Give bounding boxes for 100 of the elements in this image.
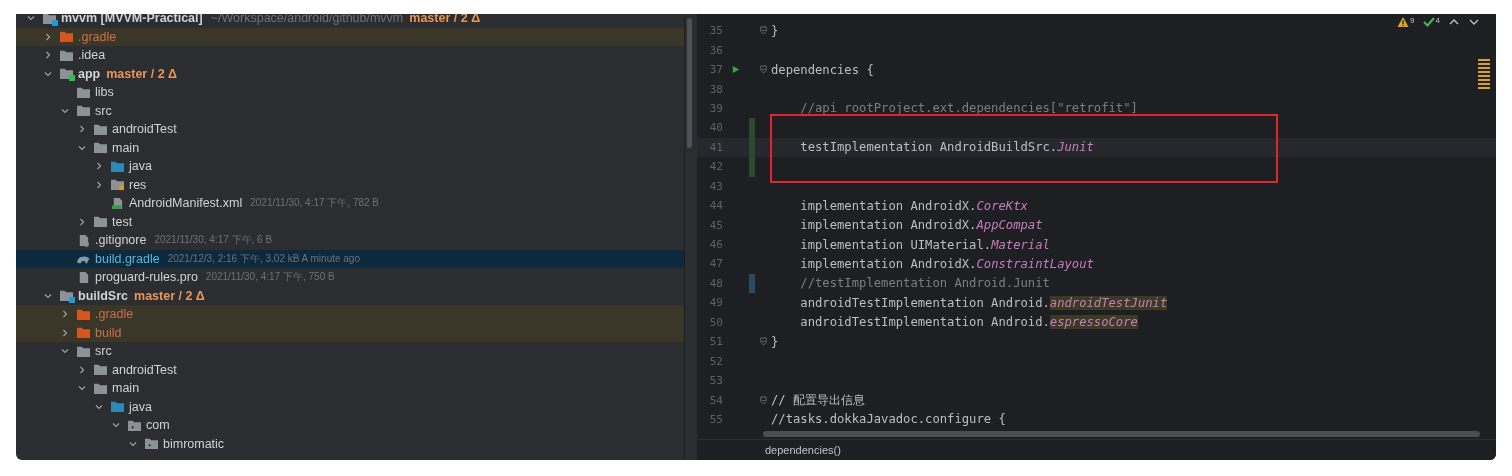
line-number: 40 xyxy=(708,121,723,135)
file-name: proguard-rules.pro xyxy=(95,270,198,285)
code-line: // 配置导出信息 xyxy=(771,391,865,409)
tree-item[interactable]: src xyxy=(16,101,684,120)
line-number: 46 xyxy=(708,238,723,252)
tree-item[interactable]: bimromatic xyxy=(16,434,684,453)
line-number: 47 xyxy=(708,257,723,271)
line-number: 45 xyxy=(708,218,723,232)
code-line: implementation AndroidX.AppCompat xyxy=(799,218,1043,233)
code-line: androidTestImplementation Android.androidTestJunit xyxy=(799,295,1168,310)
tree-item[interactable]: res xyxy=(16,175,684,194)
file-name: res xyxy=(129,177,147,192)
file-name: buildSrc xyxy=(78,288,128,303)
checkmark-icon[interactable] xyxy=(1422,16,1435,28)
tree-item[interactable]: java xyxy=(16,157,684,176)
folder-icon xyxy=(127,418,142,432)
folder-icon xyxy=(110,178,125,192)
file-name: main xyxy=(112,381,140,396)
code-line: } xyxy=(771,334,779,349)
code-line: implementation AndroidX.ConstraintLayout xyxy=(799,256,1094,271)
file-info: 2021/12/3, 2:16 下午, 3.02 kB A minute ago xyxy=(167,251,360,266)
file-icon xyxy=(110,196,125,210)
scrollbar-thumb[interactable] xyxy=(687,18,692,148)
tree-item[interactable]: .idea xyxy=(16,46,684,65)
fold-icon[interactable] xyxy=(758,65,768,75)
inspection-count: 4 xyxy=(1435,16,1440,25)
tree-item[interactable]: test xyxy=(16,212,684,231)
chevron-right-icon[interactable] xyxy=(43,31,53,42)
folder-icon xyxy=(76,307,91,321)
tree-item[interactable]: build.gradle 2021/12/3, 2:16 下午, 3.02 kB A minute ago xyxy=(16,249,684,268)
code-line: //api rootProject.ext.dependencies["retrofit"] xyxy=(799,101,1138,116)
tree-item[interactable]: app master / 2 Δ xyxy=(16,64,684,83)
chevron-right-icon[interactable] xyxy=(43,50,53,61)
folder-icon xyxy=(76,326,91,340)
tree-item[interactable]: src xyxy=(16,342,684,361)
warning-icon[interactable] xyxy=(1397,16,1410,28)
fold-icon[interactable] xyxy=(758,395,768,405)
tree-item[interactable]: main xyxy=(16,138,684,157)
line-number: 51 xyxy=(708,335,723,349)
git-branch: master / 2 Δ xyxy=(409,14,481,26)
folder-icon xyxy=(144,437,159,451)
folder-icon xyxy=(93,381,108,395)
code-line: dependencies { xyxy=(771,62,874,77)
file-name: .gradle xyxy=(78,29,117,44)
chevron-right-icon[interactable] xyxy=(60,309,70,320)
line-number: 41 xyxy=(708,140,723,154)
code-line: //tasks.dokkaJavadoc.configure { xyxy=(771,412,1006,427)
change-marker[interactable] xyxy=(749,118,755,138)
line-number: 39 xyxy=(708,101,723,115)
file-name: .gitignore xyxy=(95,233,147,248)
git-branch: master / 2 Δ xyxy=(106,66,178,81)
folder-icon xyxy=(93,141,108,155)
chevron-right-icon[interactable] xyxy=(60,327,70,338)
folder-icon xyxy=(110,159,125,173)
code-line: androidTestImplementation Android.espressoCore xyxy=(799,315,1138,330)
code-line: implementation AndroidX.CoreKtx xyxy=(799,198,1028,213)
file-name: test xyxy=(112,214,133,229)
chevron-right-icon[interactable] xyxy=(94,179,104,190)
file-name: src xyxy=(95,344,112,359)
change-marker[interactable] xyxy=(749,157,755,177)
file-name: .gradle xyxy=(95,307,134,322)
tree-item[interactable]: main xyxy=(16,379,684,398)
file-name: .idea xyxy=(78,48,106,63)
file-name: build xyxy=(95,325,122,340)
line-number: 53 xyxy=(708,374,723,388)
chevron-right-icon[interactable] xyxy=(77,216,87,227)
breadcrumb[interactable]: dependencies() xyxy=(765,444,841,456)
code-line: testImplementation AndroidBuildSrc.Junit xyxy=(799,140,1094,155)
git-branch: master / 2 Δ xyxy=(134,288,205,303)
tree-item[interactable]: buildSrc master / 2 Δ xyxy=(16,286,684,305)
file-name: java xyxy=(129,159,152,174)
line-number: 54 xyxy=(708,393,723,407)
tree-item[interactable]: java xyxy=(16,397,684,416)
chevron-right-icon[interactable] xyxy=(94,161,104,172)
code-line: } xyxy=(771,23,779,38)
change-marker[interactable] xyxy=(749,273,755,294)
tree-item[interactable]: libs xyxy=(16,83,684,102)
chevron-right-icon[interactable] xyxy=(77,124,87,135)
fold-icon[interactable] xyxy=(758,337,768,347)
chevron-right-icon[interactable] xyxy=(77,364,87,375)
error-stripe-markers[interactable] xyxy=(1478,59,1490,89)
project-path: ~/Workspace/android/github/mvvm xyxy=(210,14,404,26)
line-number: 48 xyxy=(708,276,723,290)
tree-item[interactable]: androidTest xyxy=(16,120,684,139)
run-icon[interactable] xyxy=(730,65,740,75)
line-number: 55 xyxy=(708,412,723,426)
file-name: androidTest xyxy=(112,362,177,377)
tree-item[interactable]: androidTest xyxy=(16,360,684,379)
file-name: main xyxy=(112,140,140,155)
tree-item[interactable]: mvvm [MVVM-Practical] ~/Workspace/android/github/mvvm master / 2 Δ xyxy=(16,14,684,28)
code-line: implementation UIMaterial.Material xyxy=(799,237,1050,252)
line-number: 36 xyxy=(708,43,723,57)
horizontal-scrollbar[interactable] xyxy=(763,431,1480,437)
inspection-count: 9 xyxy=(1410,16,1415,25)
line-number: 43 xyxy=(708,179,723,193)
fold-icon[interactable] xyxy=(758,26,768,36)
file-name: androidTest xyxy=(112,122,177,137)
folder-icon xyxy=(59,48,74,62)
file-name: libs xyxy=(95,85,114,100)
tree-item[interactable]: com xyxy=(16,416,684,435)
